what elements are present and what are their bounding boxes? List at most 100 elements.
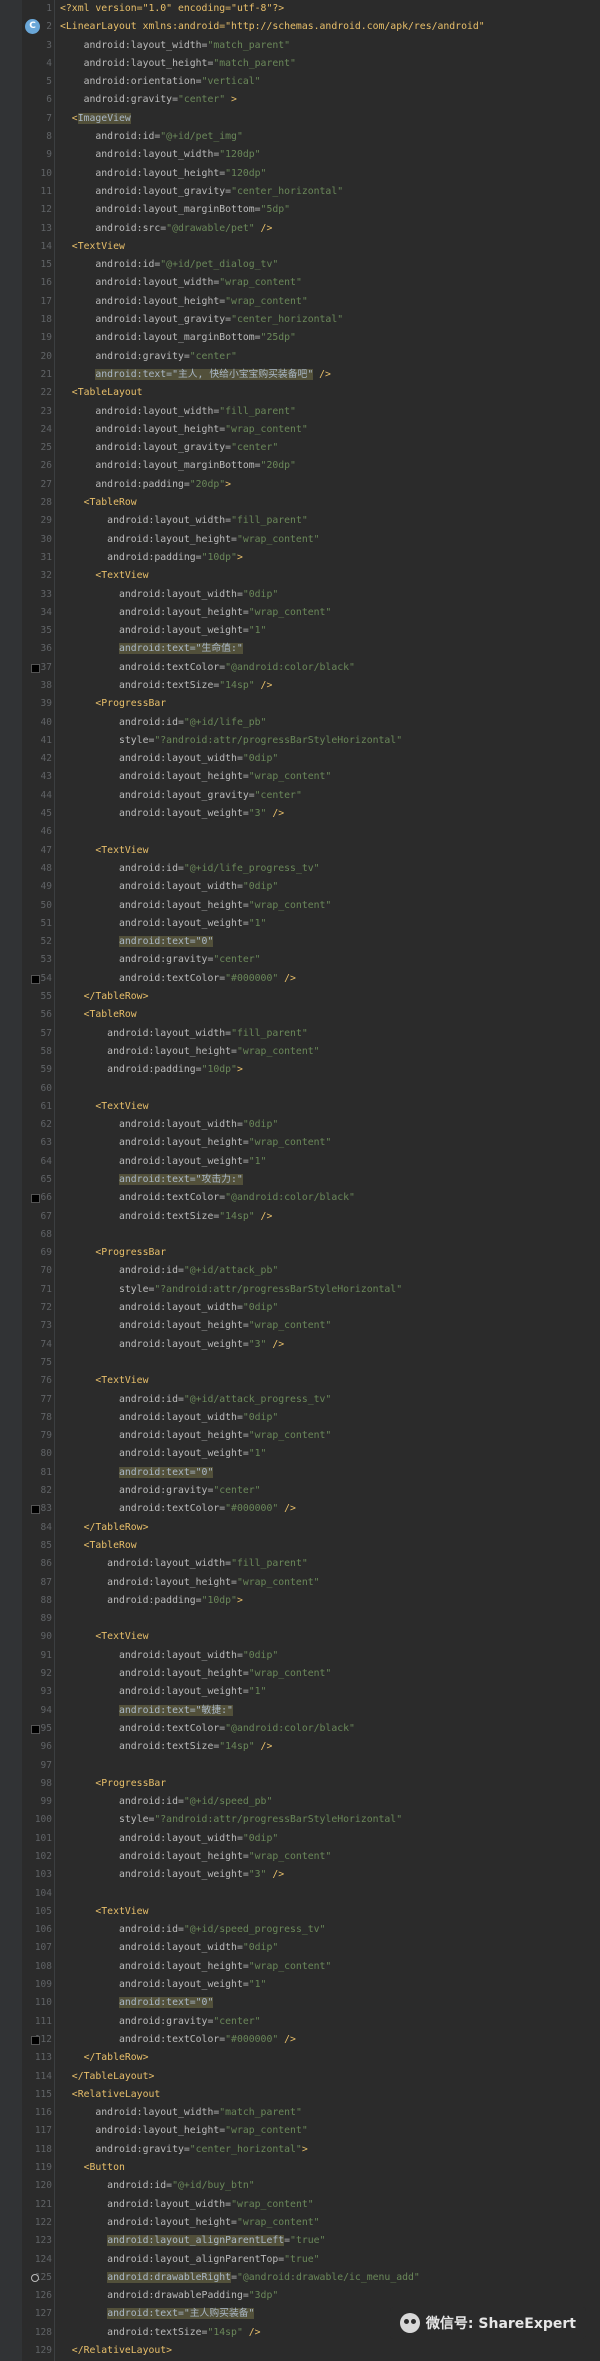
code-line[interactable]: 71 style="?android:attr/progressBarStyle… — [0, 1281, 600, 1299]
code-line[interactable]: 110 android:text="0" — [0, 1994, 600, 2012]
code-line[interactable]: 49 android:layout_width="0dip" — [0, 878, 600, 896]
code-line[interactable]: 118 android:gravity="center_horizontal"> — [0, 2141, 600, 2159]
code-line[interactable]: 85 <TableRow — [0, 1537, 600, 1555]
code-line[interactable]: 63 android:layout_height="wrap_content" — [0, 1134, 600, 1152]
code-line[interactable]: 2 C <LinearLayout xmlns:android="http://sc… — [0, 18, 600, 36]
code-line[interactable]: 33 android:layout_width="0dip" — [0, 586, 600, 604]
code-line[interactable]: 45 android:layout_weight="3" /> — [0, 805, 600, 823]
code-line[interactable]: 112 android:textColor="#000000" /> — [0, 2031, 600, 2049]
code-line[interactable]: 77 android:id="@+id/attack_progress_tv" — [0, 1391, 600, 1409]
code-line[interactable]: 44 android:layout_gravity="center" — [0, 787, 600, 805]
code-line[interactable]: 58 android:layout_height="wrap_content" — [0, 1043, 600, 1061]
code-area[interactable]: 1 <?xml version="1.0" encoding="utf-8"?> 2… — [0, 0, 600, 2361]
code-line[interactable]: 23 android:layout_width="fill_parent" — [0, 403, 600, 421]
code-line[interactable]: 4 android:layout_height="match_parent" — [0, 55, 600, 73]
code-line[interactable]: 104 — [0, 1885, 600, 1903]
code-line[interactable]: 6 android:gravity="center" > — [0, 91, 600, 109]
code-line[interactable]: 103 android:layout_weight="3" /> — [0, 1866, 600, 1884]
code-line[interactable]: 70 android:id="@+id/attack_pb" — [0, 1262, 600, 1280]
code-line[interactable]: 88 android:padding="10dp"> — [0, 1592, 600, 1610]
code-line[interactable]: 15 android:id="@+id/pet_dialog_tv" — [0, 256, 600, 274]
code-line[interactable]: 101 android:layout_width="0dip" — [0, 1830, 600, 1848]
code-line[interactable]: 64 android:layout_weight="1" — [0, 1153, 600, 1171]
code-line[interactable]: 47 <TextView — [0, 842, 600, 860]
code-line[interactable]: 108 android:layout_height="wrap_content" — [0, 1958, 600, 1976]
code-line[interactable]: 60 — [0, 1080, 600, 1098]
color-swatch-icon[interactable] — [31, 663, 40, 673]
code-line[interactable]: 74 android:layout_weight="3" /> — [0, 1336, 600, 1354]
code-line[interactable]: 8 android:id="@+id/pet_img" — [0, 128, 600, 146]
code-line[interactable]: 126 android:drawablePadding="3dp" — [0, 2287, 600, 2305]
code-line[interactable]: 12 android:layout_marginBottom="5dp" — [0, 201, 600, 219]
code-line[interactable]: 113 </TableRow> — [0, 2049, 600, 2067]
code-line[interactable]: 129 </RelativeLayout> — [0, 2342, 600, 2360]
code-line[interactable]: 31 android:padding="10dp"> — [0, 549, 600, 567]
code-line[interactable]: 76 <TextView — [0, 1372, 600, 1390]
code-line[interactable]: 73 android:layout_height="wrap_content" — [0, 1317, 600, 1335]
code-line[interactable]: 1 <?xml version="1.0" encoding="utf-8"?> — [0, 0, 600, 18]
code-line[interactable]: 111 android:gravity="center" — [0, 2013, 600, 2031]
code-line[interactable]: 28 <TableRow — [0, 494, 600, 512]
code-line[interactable]: 41 style="?android:attr/progressBarStyle… — [0, 732, 600, 750]
code-line[interactable]: 42 android:layout_width="0dip" — [0, 750, 600, 768]
code-line[interactable]: 29 android:layout_width="fill_parent" — [0, 512, 600, 530]
code-line[interactable]: 78 android:layout_width="0dip" — [0, 1409, 600, 1427]
code-line[interactable]: 27 android:padding="20dp"> — [0, 476, 600, 494]
code-line[interactable]: 57 android:layout_width="fill_parent" — [0, 1025, 600, 1043]
code-line[interactable]: 30 android:layout_height="wrap_content" — [0, 531, 600, 549]
code-line[interactable]: 107 android:layout_width="0dip" — [0, 1939, 600, 1957]
code-line[interactable]: 99 android:id="@+id/speed_pb" — [0, 1793, 600, 1811]
code-line[interactable]: 122 android:layout_height="wrap_content" — [0, 2214, 600, 2232]
code-line[interactable]: 97 — [0, 1757, 600, 1775]
code-line[interactable]: 13 android:src="@drawable/pet" /> — [0, 220, 600, 238]
code-line[interactable]: 119 <Button — [0, 2159, 600, 2177]
code-line[interactable]: 106 android:id="@+id/speed_progress_tv" — [0, 1921, 600, 1939]
color-swatch-icon[interactable] — [31, 1724, 40, 1734]
code-line[interactable]: 93 android:layout_weight="1" — [0, 1683, 600, 1701]
code-line[interactable]: 115 <RelativeLayout — [0, 2086, 600, 2104]
code-line[interactable]: 96 android:textSize="14sp" /> — [0, 1738, 600, 1756]
code-line[interactable]: 92 android:layout_height="wrap_content" — [0, 1665, 600, 1683]
code-line[interactable]: 62 android:layout_width="0dip" — [0, 1116, 600, 1134]
code-line[interactable]: 90 <TextView — [0, 1628, 600, 1646]
code-line[interactable]: 116 android:layout_width="match_parent" — [0, 2104, 600, 2122]
code-line[interactable]: 14 <TextView — [0, 238, 600, 256]
code-line[interactable]: 11 android:layout_gravity="center_horizo… — [0, 183, 600, 201]
code-line[interactable]: 40 android:id="@+id/life_pb" — [0, 714, 600, 732]
code-line[interactable]: 50 android:layout_height="wrap_content" — [0, 897, 600, 915]
code-line[interactable]: 75 — [0, 1354, 600, 1372]
code-line[interactable]: 61 <TextView — [0, 1098, 600, 1116]
code-editor[interactable]: 1 <?xml version="1.0" encoding="utf-8"?> 2… — [0, 0, 600, 2361]
code-line[interactable]: 84 </TableRow> — [0, 1519, 600, 1537]
code-line[interactable]: 3 android:layout_width="match_parent" — [0, 37, 600, 55]
code-line[interactable]: 25 android:layout_gravity="center" — [0, 439, 600, 457]
code-line[interactable]: 21 android:text="主人, 快给小宝宝购买装备吧" /> — [0, 366, 600, 384]
code-line[interactable]: 10 android:layout_height="120dp" — [0, 165, 600, 183]
code-line[interactable]: 81 android:text="0" — [0, 1464, 600, 1482]
code-line[interactable]: 55 </TableRow> — [0, 988, 600, 1006]
code-line[interactable]: 80 android:layout_weight="1" — [0, 1445, 600, 1463]
code-line[interactable]: 102 android:layout_height="wrap_content" — [0, 1848, 600, 1866]
code-line[interactable]: 117 android:layout_height="wrap_content" — [0, 2122, 600, 2140]
code-line[interactable]: 83 android:textColor="#000000" /> — [0, 1500, 600, 1518]
code-line[interactable]: 87 android:layout_height="wrap_content" — [0, 1574, 600, 1592]
gutter-marker-icon[interactable] — [31, 2273, 39, 2282]
code-line[interactable]: 51 android:layout_weight="1" — [0, 915, 600, 933]
code-line[interactable]: 20 android:gravity="center" — [0, 348, 600, 366]
code-line[interactable]: 66 android:textColor="@android:color/bla… — [0, 1189, 600, 1207]
code-line[interactable]: 43 android:layout_height="wrap_content" — [0, 768, 600, 786]
code-line[interactable]: 120 android:id="@+id/buy_btn" — [0, 2177, 600, 2195]
code-line[interactable]: 91 android:layout_width="0dip" — [0, 1647, 600, 1665]
code-line[interactable]: 124 android:layout_alignParentTop="true" — [0, 2251, 600, 2269]
code-line[interactable]: 105 <TextView — [0, 1903, 600, 1921]
code-line[interactable]: 39 <ProgressBar — [0, 695, 600, 713]
color-swatch-icon[interactable] — [31, 2035, 40, 2045]
code-line[interactable]: 36 android:text="生命值:" — [0, 640, 600, 658]
code-line[interactable]: 100 style="?android:attr/progressBarStyl… — [0, 1811, 600, 1829]
code-line[interactable]: 56 <TableRow — [0, 1006, 600, 1024]
code-line[interactable]: 114 </TableLayout> — [0, 2068, 600, 2086]
code-line[interactable]: 24 android:layout_height="wrap_content" — [0, 421, 600, 439]
code-line[interactable]: 38 android:textSize="14sp" /> — [0, 677, 600, 695]
code-line[interactable]: 46 — [0, 823, 600, 841]
code-line[interactable]: 125 android:drawableRight="@android:draw… — [0, 2269, 600, 2287]
